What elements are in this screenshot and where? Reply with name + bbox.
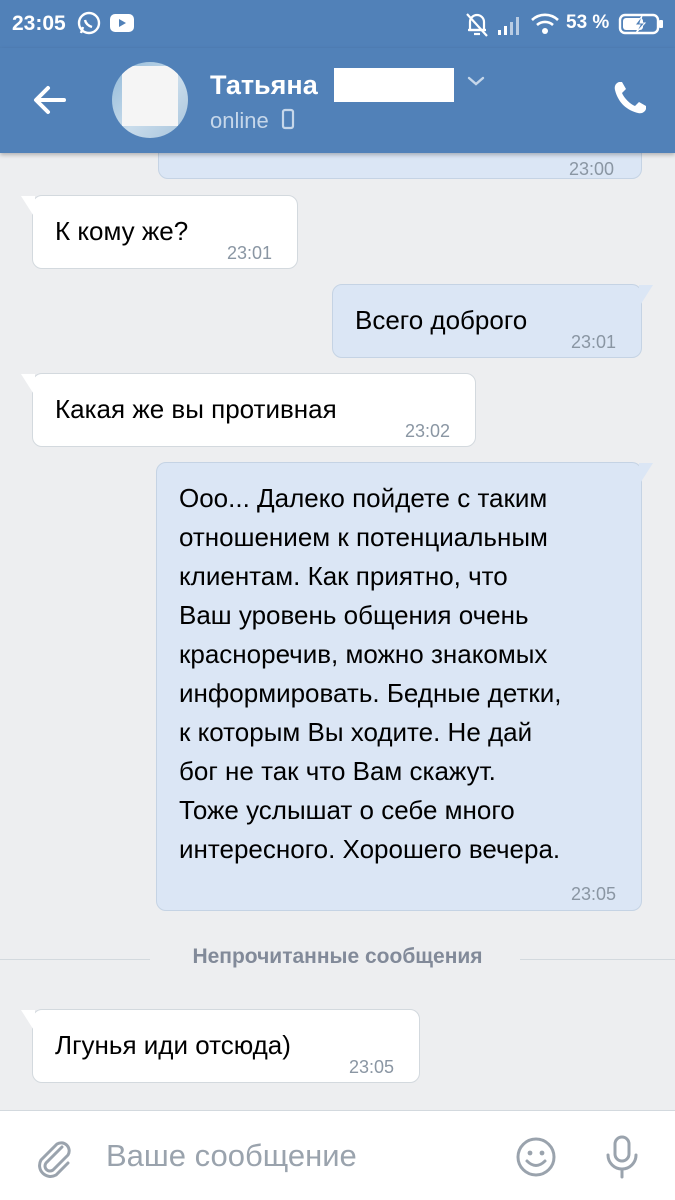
message-line: к которым Вы ходите. Не дай — [179, 717, 533, 747]
bell-off-icon — [464, 10, 490, 43]
message-text: Всего доброго — [355, 305, 528, 335]
youtube-icon — [108, 10, 136, 41]
message-time: 23:01 — [227, 243, 273, 263]
message-bubble-outgoing[interactable]: 23:00 — [158, 153, 642, 179]
whatsapp-icon — [76, 10, 102, 41]
bubble-tail — [639, 463, 653, 485]
bubble-tail — [639, 285, 653, 307]
battery-percent: 53 % — [566, 12, 610, 33]
message-composer — [0, 1110, 675, 1200]
message-line: красноречив, можно знакомых — [179, 639, 548, 669]
back-button[interactable] — [28, 78, 78, 122]
chat-header: Татьяна online — [0, 48, 675, 153]
message-time: 23:01 — [571, 332, 617, 352]
message-time: 23:05 — [571, 884, 617, 904]
status-text: online — [210, 108, 269, 133]
mobile-icon — [281, 108, 295, 136]
message-line: интересного. Хорошего вечера. — [179, 834, 561, 864]
emoji-icon — [514, 1137, 558, 1183]
voice-message-button[interactable] — [600, 1133, 644, 1181]
unread-separator-label: Непрочитанные сообщения — [172, 945, 503, 968]
bubble-tail — [21, 196, 35, 218]
status-time: 23:05 — [12, 12, 66, 35]
bubble-tail — [21, 374, 35, 396]
paperclip-icon — [32, 1141, 76, 1183]
message-time: 23:02 — [405, 421, 451, 441]
signal-icon — [496, 14, 524, 41]
battery-charging-icon — [618, 12, 664, 41]
message-text: Лгунья иди отсюда) — [55, 1030, 291, 1060]
message-line: бог не так что Вам скажут. — [179, 756, 496, 786]
avatar[interactable] — [112, 62, 188, 138]
call-button[interactable] — [610, 78, 652, 120]
bubble-tail — [21, 1010, 35, 1032]
message-bubble-incoming[interactable]: Лгунья иди отсюда) 23:05 — [21, 1009, 420, 1083]
message-time: 23:05 — [349, 1057, 395, 1077]
unread-separator-label-wrap: Непрочитанные сообщения — [0, 945, 675, 969]
message-line: информировать. Бедные детки, — [179, 678, 562, 708]
message-text: К кому же? — [55, 216, 189, 246]
phone-icon — [610, 82, 650, 122]
microphone-icon — [600, 1135, 644, 1185]
message-bubble-incoming[interactable]: К кому же? 23:01 — [21, 195, 298, 269]
message-time: 23:00 — [569, 159, 615, 179]
message-bubble-outgoing[interactable]: Ооо... Далеко пойдете с таким отношением… — [156, 462, 653, 911]
message-text: Ооо... Далеко пойдете с таким отношением… — [179, 479, 561, 869]
wifi-icon — [530, 12, 560, 41]
contact-status: online — [210, 108, 295, 136]
status-bar: 23:05 53 % — [0, 0, 675, 48]
avatar-redaction — [122, 66, 178, 126]
message-list[interactable]: 23:00 К кому же? 23:01 Всего доброго 23:… — [0, 153, 675, 1110]
message-bubble-outgoing[interactable]: Всего доброго 23:01 — [332, 284, 653, 358]
contact-name[interactable]: Татьяна — [210, 70, 318, 101]
back-arrow-icon — [28, 86, 72, 126]
message-bubble-incoming[interactable]: Какая же вы противная 23:02 — [21, 373, 476, 447]
message-line: клиентам. Как приятно, что — [179, 561, 508, 591]
name-redaction — [334, 68, 454, 102]
message-input[interactable] — [106, 1131, 496, 1181]
message-line: отношением к потенциальным — [179, 522, 548, 552]
unread-separator: Непрочитанные сообщения — [0, 943, 675, 975]
message-line: Ооо... Далеко пойдете с таким — [179, 483, 548, 513]
emoji-button[interactable] — [514, 1135, 558, 1179]
message-text: Какая же вы противная — [55, 394, 337, 424]
chevron-down-icon[interactable] — [466, 74, 486, 93]
message-line: Ваш уровень общения очень — [179, 600, 529, 630]
attach-button[interactable] — [32, 1135, 76, 1179]
message-line: Тоже услышат о себе много — [179, 795, 515, 825]
